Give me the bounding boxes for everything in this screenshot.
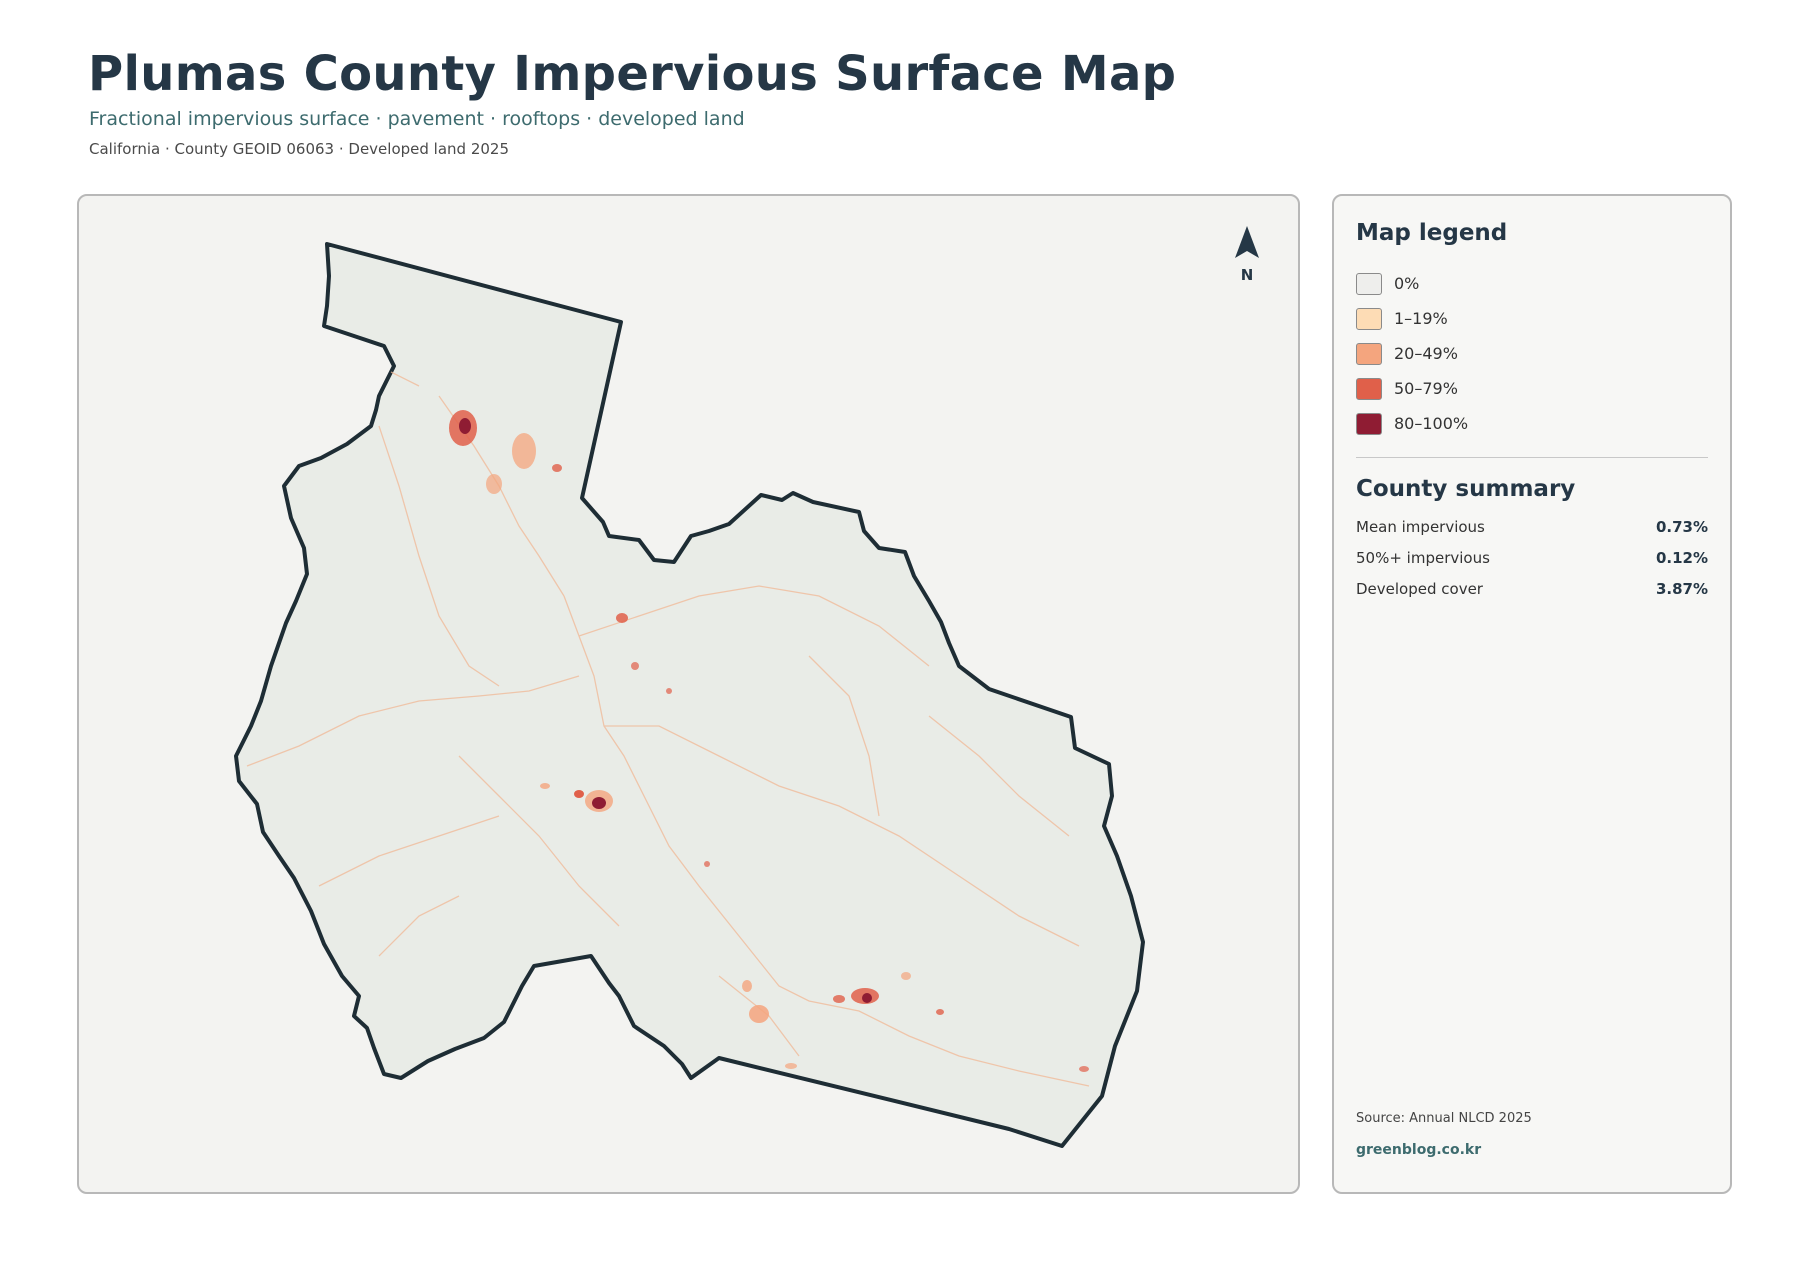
legend-swatch — [1356, 377, 1382, 400]
county-area — [234, 242, 1145, 1148]
credit-link[interactable]: greenblog.co.kr — [1356, 1142, 1481, 1158]
legend-label: 1–19% — [1394, 309, 1448, 328]
legend-label: 50–79% — [1394, 379, 1458, 398]
legend-item: 80–100% — [1356, 406, 1468, 441]
source-note: Source: Annual NLCD 2025 — [1356, 1111, 1532, 1126]
stat-row-fifty-plus: 50%+ impervious 0.12% — [1356, 549, 1708, 567]
legend-swatch — [1356, 342, 1382, 365]
stat-value: 3.87% — [1655, 580, 1708, 598]
county-boundary — [234, 242, 1145, 1148]
stat-row-mean: Mean impervious 0.73% — [1356, 518, 1708, 536]
legend-panel: Map legend 0% 1–19% 20–49% 50–79% 80–100… — [1332, 194, 1732, 1194]
stat-label: 50%+ impervious — [1356, 549, 1490, 567]
legend-item: 0% — [1356, 266, 1468, 301]
legend-list: 0% 1–19% 20–49% 50–79% 80–100% — [1356, 266, 1468, 441]
north-arrow-icon — [1235, 226, 1259, 258]
legend-label: 0% — [1394, 274, 1420, 293]
page-subtitle: Fractional impervious surface · pavement… — [89, 108, 745, 130]
stat-value: 0.12% — [1655, 549, 1708, 567]
legend-item: 50–79% — [1356, 371, 1468, 406]
north-label: N — [1241, 266, 1254, 284]
legend-label: 20–49% — [1394, 344, 1458, 363]
legend-swatch — [1356, 412, 1382, 435]
north-arrow: N — [1235, 226, 1259, 284]
legend-label: 80–100% — [1394, 414, 1469, 433]
map-panel[interactable]: N — [77, 194, 1300, 1194]
legend-swatch — [1356, 272, 1382, 295]
legend-item: 20–49% — [1356, 336, 1468, 371]
stat-row-developed: Developed cover 3.87% — [1356, 580, 1708, 598]
county-map[interactable]: N — [79, 196, 1302, 1196]
page-title: Plumas County Impervious Surface Map — [88, 46, 1177, 102]
stat-label: Developed cover — [1356, 580, 1483, 598]
legend-item: 1–19% — [1356, 301, 1468, 336]
summary-title: County summary — [1356, 476, 1576, 502]
legend-swatch — [1356, 307, 1382, 330]
stat-value: 0.73% — [1655, 518, 1708, 536]
legend-title: Map legend — [1356, 220, 1508, 246]
stat-label: Mean impervious — [1356, 518, 1485, 536]
legend-divider — [1356, 457, 1708, 458]
page-meta: California · County GEOID 06063 · Develo… — [89, 140, 509, 158]
